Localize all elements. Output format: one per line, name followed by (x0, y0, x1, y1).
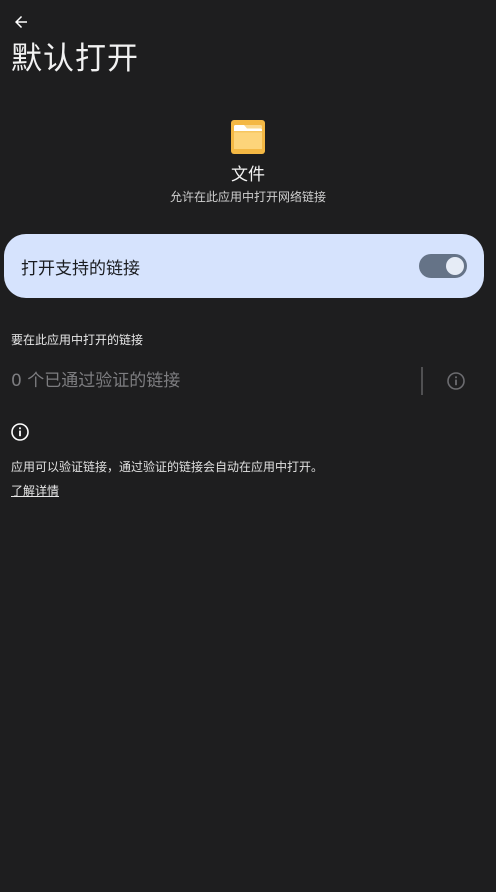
verified-links-count: 0 个已通过验证的链接 (11, 371, 181, 391)
vertical-divider (421, 367, 423, 395)
app-name: 文件 (231, 165, 265, 185)
switch-knob (446, 257, 464, 275)
files-folder-icon (231, 120, 265, 154)
page-title: 默认打开 (11, 41, 139, 77)
links-section-title: 要在此应用中打开的链接 (11, 333, 144, 347)
info-outline-icon (446, 372, 466, 395)
verification-info-text: 应用可以验证链接，通过验证的链接会自动在应用中打开。 (11, 460, 324, 474)
arrow-back-icon (12, 13, 30, 35)
open-supported-links-switch[interactable] (419, 254, 467, 278)
app-description: 允许在此应用中打开网络链接 (169, 190, 326, 204)
default-open-settings-screen: 默认打开 文件 允许在此应用中打开网络链接 打开支持的链接 要在此应用中打开的链… (0, 0, 496, 892)
info-icon (10, 422, 30, 442)
back-button[interactable] (8, 11, 34, 37)
open-supported-links-label: 打开支持的链接 (21, 258, 140, 279)
open-supported-links-toggle-row[interactable]: 打开支持的链接 (4, 234, 484, 298)
verified-links-info-button[interactable] (446, 371, 466, 391)
learn-more-link[interactable]: 了解详情 (11, 483, 59, 499)
app-header: 文件 允许在此应用中打开网络链接 (0, 120, 496, 205)
verified-links-row: 0 个已通过验证的链接 (0, 364, 496, 398)
